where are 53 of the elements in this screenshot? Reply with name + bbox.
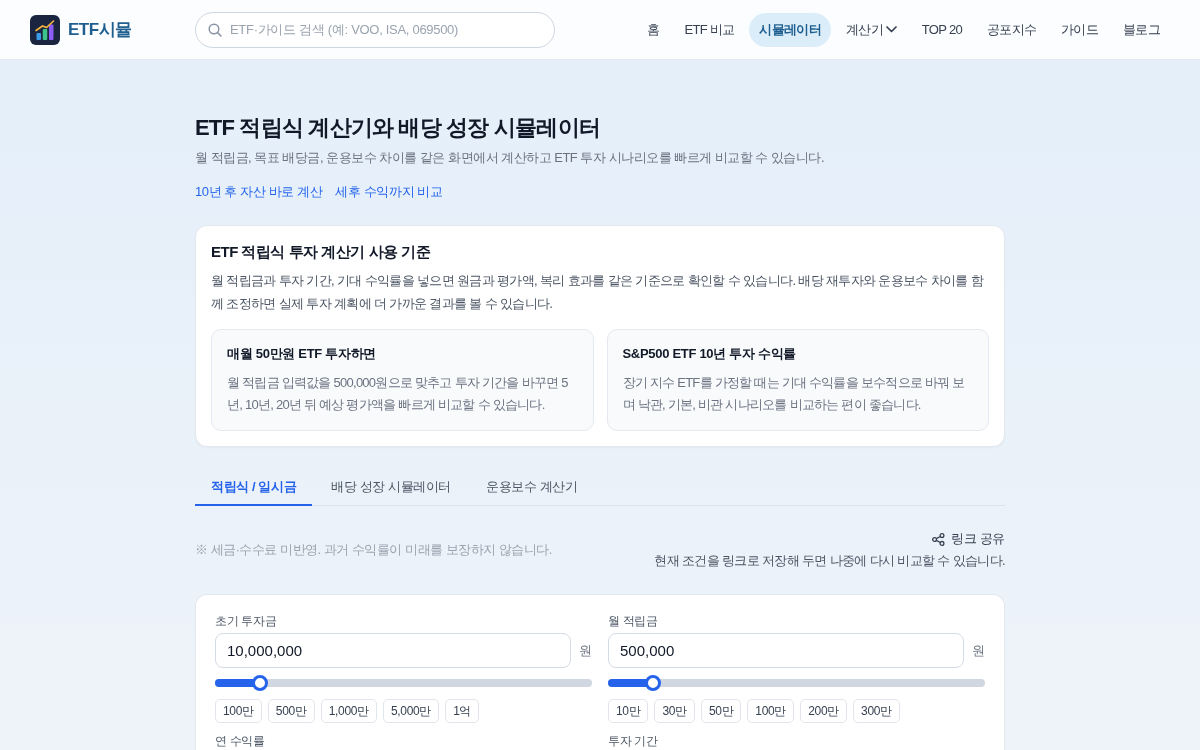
chevron-down-icon (885, 26, 897, 33)
preset-button[interactable]: 1억 (445, 699, 480, 723)
card-text: 월 적립금과 투자 기간, 기대 수익률을 넣으면 원금과 평가액, 복리 효과를 같은 기준으로 확인할 수 있습니다. 배당 재투자와 운용보수 차이를 함께 조정하면 실제 투자 계획에 더 가까운 결과를 볼 수 있습니다. (211, 272, 985, 313)
preset-button[interactable]: 10만 (608, 699, 649, 723)
amount-slider[interactable] (215, 675, 592, 691)
example-title: 매월 50만원 ETF 투자하면 (227, 345, 377, 363)
preset-button[interactable]: 5,000만 (382, 699, 440, 723)
tab[interactable]: 운용보수 계산기 (470, 469, 594, 506)
quick-link[interactable]: 세후 수익까지 비교 (335, 182, 443, 202)
amount-input[interactable]: 10,000,000 (215, 633, 571, 668)
nav-link[interactable]: 계산기 (835, 12, 907, 47)
unit-label: 원 (972, 641, 985, 660)
quick-link[interactable]: 10년 후 자산 바로 계산 (195, 182, 323, 202)
nav-link[interactable]: TOP 20 (911, 12, 972, 47)
bar-chart-logo-icon[interactable] (30, 14, 60, 45)
preset-button[interactable]: 100만 (747, 699, 795, 723)
field-label: 초기 투자금 (215, 614, 277, 629)
share-link-button[interactable]: 링크 공유 (931, 529, 1005, 549)
site-name[interactable]: ETF시뮬 (68, 16, 132, 43)
nav-link[interactable]: 홈 (637, 12, 670, 47)
amount-input[interactable]: 500,000 (608, 633, 964, 668)
nav-link[interactable]: 공포지수 (977, 12, 1047, 47)
page-subtitle: 월 적립금, 목표 배당금, 운용보수 차이를 같은 화면에서 계산하고 ETF 투자 시나리오를 빠르게 비교할 수 있습니다. (195, 149, 825, 167)
field-label: 월 적립금 (608, 614, 658, 629)
disclaimer-text: ※ 세금·수수료 미반영. 과거 수익률이 미래를 보장하지 않습니다. (195, 541, 552, 559)
card-heading: ETF 적립식 투자 계산기 사용 기준 (211, 242, 431, 262)
search-icon (208, 22, 222, 37)
example-title: S&P500 ETF 10년 투자 수익률 (622, 345, 797, 363)
share-hint: 현재 조건을 링크로 저장해 두면 나중에 다시 비교할 수 있습니다. (654, 552, 1005, 570)
field-label: 연 수익률 (215, 734, 265, 749)
share-icon (931, 532, 945, 546)
tab[interactable]: 적립식 / 일시금 (195, 469, 313, 506)
example-text: 월 적립금 입력값을 500,000원으로 맞추고 투자 기간을 바꾸면 5년, 10년, 20년 뒤 예상 평가액을 빠르게 비교할 수 있습니다. (227, 374, 569, 414)
preset-button[interactable]: 500만 (267, 699, 315, 723)
nav-link[interactable]: 시뮬레이터 (749, 12, 831, 47)
preset-button[interactable]: 50만 (700, 699, 742, 723)
nav-link[interactable]: 가이드 (1051, 12, 1109, 47)
preset-button[interactable]: 30만 (654, 699, 695, 723)
field-label: 투자 기간 (608, 734, 658, 749)
nav-link[interactable]: ETF 비교 (674, 12, 745, 47)
preset-button[interactable]: 1,000만 (320, 699, 377, 723)
slider-thumb[interactable] (252, 675, 269, 691)
nav-link[interactable]: 블로그 (1113, 12, 1170, 47)
unit-label: 원 (579, 641, 592, 660)
search-field[interactable]: ETF·가이드 검색 (예: VOO, ISA, 069500) (195, 11, 555, 48)
preset-button[interactable]: 100만 (215, 699, 262, 723)
tab[interactable]: 배당 성장 시뮬레이터 (315, 469, 468, 506)
preset-button[interactable]: 300만 (853, 699, 900, 723)
page-title: ETF 적립식 계산기와 배당 성장 시뮬레이터 (195, 114, 600, 142)
slider-thumb[interactable] (645, 675, 662, 691)
amount-slider[interactable] (608, 675, 985, 691)
example-text: 장기 지수 ETF를 가정할 때는 기대 수익률을 보수적으로 바꿔 보며 낙관, 기본, 비관 시나리오를 비교하는 편이 좋습니다. (622, 374, 966, 414)
preset-button[interactable]: 200만 (800, 699, 847, 723)
